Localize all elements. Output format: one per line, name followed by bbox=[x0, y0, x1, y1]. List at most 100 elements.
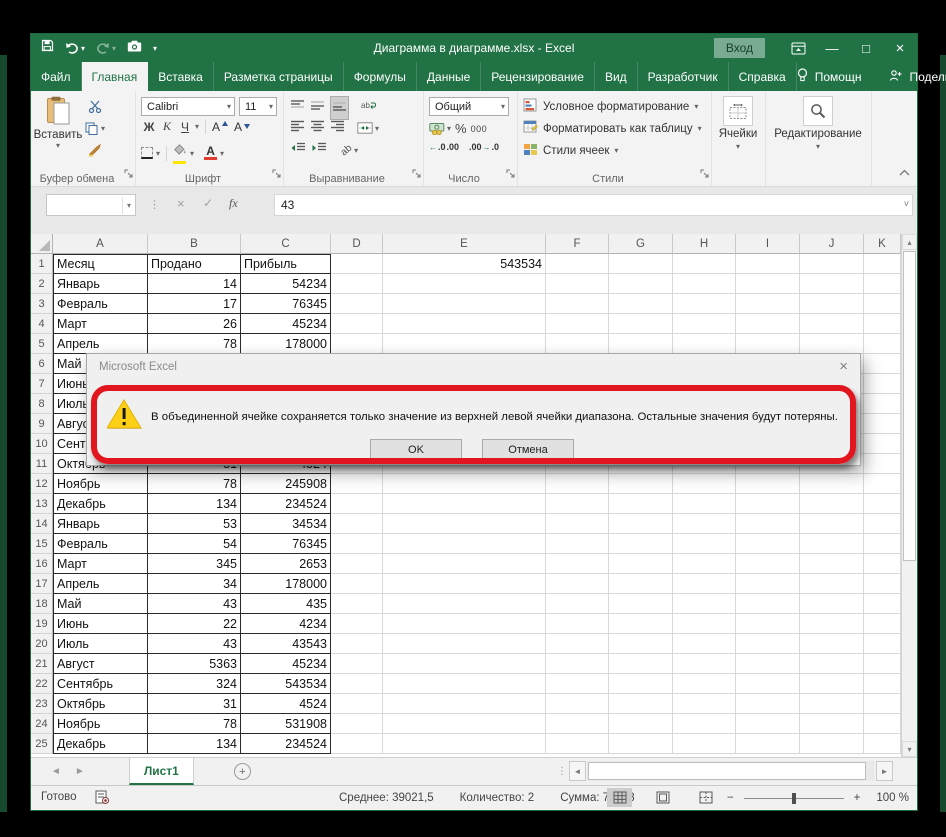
cell[interactable] bbox=[673, 654, 736, 674]
undo-dropdown-icon[interactable]: ▾ bbox=[81, 44, 85, 53]
cell[interactable] bbox=[546, 534, 609, 554]
cell[interactable] bbox=[331, 654, 383, 674]
cell[interactable]: 54 bbox=[148, 534, 241, 554]
cell[interactable]: 4234 bbox=[241, 614, 331, 634]
cell[interactable] bbox=[673, 254, 736, 274]
cell[interactable] bbox=[546, 634, 609, 654]
cell[interactable]: Март bbox=[53, 314, 148, 334]
cell[interactable] bbox=[383, 634, 546, 654]
cell[interactable]: 14 bbox=[148, 274, 241, 294]
cell[interactable] bbox=[736, 654, 800, 674]
cell[interactable] bbox=[864, 414, 901, 434]
cell[interactable] bbox=[609, 494, 673, 514]
cell[interactable] bbox=[609, 534, 673, 554]
paste-dropdown-icon[interactable]: ▾ bbox=[56, 141, 60, 150]
cell[interactable]: 178000 bbox=[241, 334, 331, 354]
cell[interactable] bbox=[331, 514, 383, 534]
cell[interactable] bbox=[673, 634, 736, 654]
qat-customize-icon[interactable]: ▾ bbox=[153, 44, 157, 53]
cell[interactable] bbox=[609, 514, 673, 534]
cell[interactable]: 435 bbox=[241, 594, 331, 614]
row-header[interactable]: 23 bbox=[31, 694, 53, 714]
cell[interactable] bbox=[800, 294, 864, 314]
row-header[interactable]: 15 bbox=[31, 534, 53, 554]
decrease-indent-icon[interactable] bbox=[291, 141, 305, 159]
column-header[interactable]: D bbox=[331, 234, 383, 254]
cell[interactable] bbox=[609, 574, 673, 594]
cell[interactable] bbox=[800, 254, 864, 274]
cell[interactable] bbox=[609, 734, 673, 754]
horizontal-scrollbar[interactable] bbox=[587, 761, 874, 781]
row-header[interactable]: 24 bbox=[31, 714, 53, 734]
ribbon-tab[interactable]: Разметка страницы bbox=[214, 62, 344, 91]
cell[interactable] bbox=[546, 294, 609, 314]
cell[interactable] bbox=[331, 674, 383, 694]
add-sheet-button[interactable]: + bbox=[233, 763, 251, 780]
cancel-formula-icon[interactable]: × bbox=[177, 196, 185, 211]
cell[interactable] bbox=[864, 454, 901, 474]
cell[interactable] bbox=[800, 634, 864, 654]
cell[interactable] bbox=[546, 274, 609, 294]
percent-style-button[interactable]: % bbox=[455, 119, 467, 138]
horizontal-scroll-thumb[interactable] bbox=[588, 762, 866, 780]
cell[interactable]: Январь bbox=[53, 274, 148, 294]
styles-dialog-launcher-icon[interactable] bbox=[700, 165, 709, 183]
cell[interactable] bbox=[609, 654, 673, 674]
editing-button[interactable]: Редактирование ▾ bbox=[765, 96, 871, 151]
cell[interactable]: 2653 bbox=[241, 554, 331, 574]
ribbon-tab[interactable]: Вставка bbox=[148, 62, 214, 91]
next-sheet-icon[interactable]: ► bbox=[75, 766, 85, 777]
increase-decimal-icon[interactable]: ← .0.00 bbox=[429, 142, 459, 152]
cell[interactable]: 43543 bbox=[241, 634, 331, 654]
help-label[interactable]: Помощн bbox=[815, 70, 862, 84]
cell[interactable] bbox=[864, 694, 901, 714]
row-header[interactable]: 22 bbox=[31, 674, 53, 694]
cell[interactable] bbox=[864, 354, 901, 374]
cell[interactable] bbox=[800, 694, 864, 714]
conditional-formatting-button[interactable]: Условное форматирование ▾ bbox=[519, 97, 698, 116]
row-header[interactable]: 14 bbox=[31, 514, 53, 534]
cell[interactable] bbox=[609, 594, 673, 614]
cell[interactable] bbox=[736, 334, 800, 354]
cell[interactable] bbox=[736, 674, 800, 694]
cell[interactable] bbox=[331, 714, 383, 734]
format-as-table-button[interactable]: Форматировать как таблицу ▾ bbox=[519, 119, 702, 138]
cell[interactable] bbox=[383, 334, 546, 354]
cell[interactable] bbox=[800, 514, 864, 534]
page-layout-view-icon[interactable] bbox=[650, 788, 675, 807]
close-button[interactable]: × bbox=[883, 34, 917, 62]
share-label[interactable]: Поделиться bbox=[909, 70, 946, 84]
row-header[interactable]: 18 bbox=[31, 594, 53, 614]
cell[interactable] bbox=[800, 654, 864, 674]
cell[interactable] bbox=[546, 494, 609, 514]
cell[interactable] bbox=[673, 694, 736, 714]
cell[interactable] bbox=[546, 694, 609, 714]
fill-color-dropdown-icon[interactable]: ▾ bbox=[190, 149, 194, 158]
cell[interactable] bbox=[546, 594, 609, 614]
font-size-combo[interactable]: 11 ▾ bbox=[239, 97, 277, 116]
cell[interactable] bbox=[736, 554, 800, 574]
cell[interactable] bbox=[609, 294, 673, 314]
collapse-ribbon-icon[interactable] bbox=[899, 163, 910, 181]
column-header[interactable]: F bbox=[546, 234, 609, 254]
row-header[interactable]: 25 bbox=[31, 734, 53, 754]
cell[interactable] bbox=[383, 294, 546, 314]
enter-formula-icon[interactable]: ✓ bbox=[203, 196, 213, 210]
cell[interactable] bbox=[331, 334, 383, 354]
cell[interactable] bbox=[864, 334, 901, 354]
cell[interactable] bbox=[673, 734, 736, 754]
cell[interactable] bbox=[331, 694, 383, 714]
camera-icon[interactable] bbox=[127, 39, 142, 57]
row-header[interactable]: 19 bbox=[31, 614, 53, 634]
cell[interactable]: 76345 bbox=[241, 294, 331, 314]
cell[interactable]: 78 bbox=[148, 474, 241, 494]
cell[interactable] bbox=[331, 614, 383, 634]
cell[interactable] bbox=[864, 594, 901, 614]
cell[interactable] bbox=[546, 334, 609, 354]
cell[interactable] bbox=[609, 694, 673, 714]
cell[interactable] bbox=[609, 614, 673, 634]
ribbon-tab[interactable]: Разработчик bbox=[638, 62, 729, 91]
cell[interactable]: Апрель bbox=[53, 334, 148, 354]
cell[interactable] bbox=[673, 574, 736, 594]
row-header[interactable]: 20 bbox=[31, 634, 53, 654]
